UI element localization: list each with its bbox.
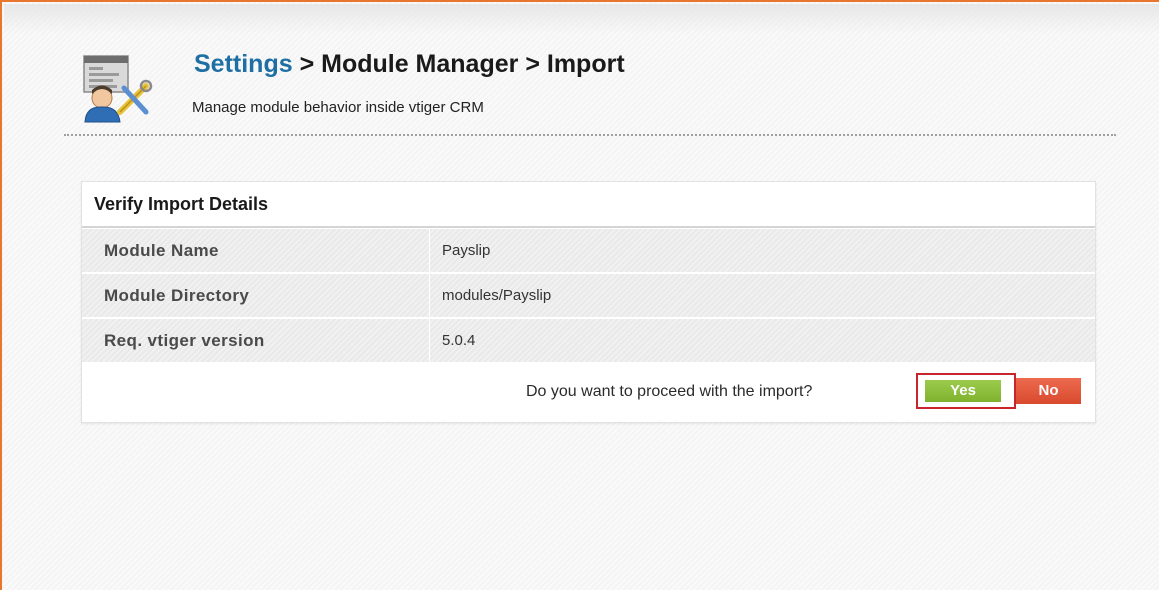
row-label: Module Directory <box>104 286 250 305</box>
breadcrumb-settings-link[interactable]: Settings <box>194 50 293 78</box>
detail-row-vtiger-version: Req. vtiger version 5.0.4 <box>82 319 1095 363</box>
detail-row-module-name: Module Name Payslip <box>82 229 1095 273</box>
verify-import-panel: Verify Import Details Module Name Paysli… <box>81 181 1096 423</box>
confirm-question: Do you want to proceed with the import? <box>526 383 813 400</box>
settings-tools-icon <box>83 55 153 123</box>
page-subtitle: Manage module behavior inside vtiger CRM <box>192 99 484 116</box>
row-label: Req. vtiger version <box>104 331 265 350</box>
row-value: 5.0.4 <box>429 319 1095 362</box>
breadcrumb-separator: > <box>292 50 322 78</box>
row-value: Payslip <box>429 229 1095 272</box>
yes-button[interactable]: Yes <box>925 380 1004 402</box>
breadcrumb-current: Import <box>546 50 625 78</box>
panel-title: Verify Import Details <box>82 182 1095 228</box>
yes-button-highlight: Yes <box>916 373 1016 409</box>
top-shadow <box>4 4 1159 34</box>
no-button[interactable]: No <box>1016 378 1081 404</box>
confirm-row: Do you want to proceed with the import? … <box>82 368 1095 422</box>
header-divider <box>64 134 1116 136</box>
page-frame: Settings > Module Manager > Import Manag… <box>0 0 1159 590</box>
breadcrumb-separator: > <box>518 50 547 78</box>
row-label: Module Name <box>104 241 219 260</box>
breadcrumb: Settings > Module Manager > Import <box>194 50 625 79</box>
breadcrumb-module-manager: Module Manager <box>321 50 519 78</box>
detail-row-module-directory: Module Directory modules/Payslip <box>82 274 1095 318</box>
row-value: modules/Payslip <box>429 274 1095 317</box>
